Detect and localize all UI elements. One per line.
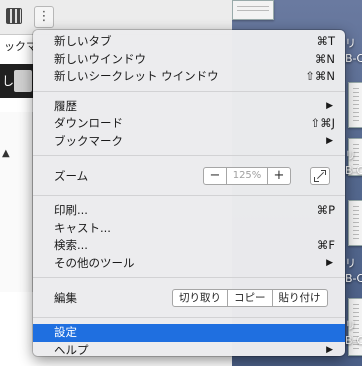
menu-item-shortcut: ⇧⌘J (310, 116, 335, 130)
fullscreen-button[interactable] (310, 167, 330, 185)
menu-item-shortcut: ⌘T (316, 34, 335, 48)
menu-item-label: 検索... (54, 238, 88, 252)
collapse-arrow-icon[interactable]: ▲ (2, 148, 10, 159)
menu-item-label: 印刷... (54, 203, 88, 217)
menu-item-label: 履歴 (54, 98, 77, 113)
zoom-label: ズーム (54, 169, 89, 183)
menu-separator (33, 317, 345, 318)
page-header-text: し (2, 74, 15, 88)
desktop-file-label: リ B-C (345, 257, 362, 285)
menu-item-label: 新しいシークレット ウインドウ (54, 69, 219, 83)
menu-row-edit: 編集 切り取り コピー 貼り付け (33, 284, 345, 312)
copy-button[interactable]: コピー (227, 290, 272, 306)
page-side-panel (0, 112, 33, 292)
menu-separator (33, 90, 345, 92)
menu-item-label: その他のツール (54, 255, 135, 270)
menu-item-help[interactable]: ヘルプ ▶ (33, 342, 345, 360)
browser-main-menu: 新しいタブ ⌘T 新しいウインドウ ⌘N 新しいシークレット ウインドウ ⇧⌘N… (33, 30, 345, 357)
menu-item-cast[interactable]: キャスト... (33, 220, 345, 238)
menu-item-shortcut: ⇧⌘N (305, 69, 335, 83)
menu-item-label: キャスト... (54, 220, 111, 235)
menu-item-new-window[interactable]: 新しいウインドウ ⌘N (33, 51, 345, 69)
desktop-file-thumbnail[interactable] (348, 82, 362, 128)
menu-item-label: 設定 (54, 325, 77, 339)
desktop-file-label: リ B-C (345, 37, 362, 65)
menu-item-settings[interactable]: 設定 (33, 324, 345, 342)
paste-button[interactable]: 貼り付け (271, 290, 327, 306)
menu-item-more-tools[interactable]: その他のツール ▶ (33, 255, 345, 273)
submenu-arrow-icon: ▶ (326, 257, 333, 268)
menu-item-new-incognito-window[interactable]: 新しいシークレット ウインドウ ⇧⌘N (33, 68, 345, 86)
menu-item-find[interactable]: 検索... ⌘F (33, 237, 345, 255)
desktop-file-thumbnail[interactable] (348, 200, 362, 246)
menu-separator (33, 195, 345, 196)
zoom-out-button[interactable]: − (204, 168, 226, 184)
zoom-control: − 125% + (203, 167, 291, 185)
desktop-file-label: リ B-C (345, 319, 362, 347)
menu-item-new-tab[interactable]: 新しいタブ ⌘T (33, 33, 345, 51)
menu-item-history[interactable]: 履歴 ▶ (33, 98, 345, 116)
edit-control: 切り取り コピー 貼り付け (172, 289, 328, 307)
bookmark-bar-label[interactable]: ックマ (0, 34, 36, 60)
menu-item-label: ダウンロード (54, 116, 123, 130)
menu-row-zoom: ズーム − 125% + (33, 162, 345, 190)
submenu-arrow-icon: ▶ (326, 100, 333, 111)
menu-item-label: 新しいウインドウ (54, 51, 146, 66)
menu-separator (33, 277, 345, 278)
menu-item-label: ブックマーク (54, 133, 123, 148)
menu-item-downloads[interactable]: ダウンロード ⇧⌘J (33, 115, 345, 133)
menu-button[interactable]: ⋮ (34, 6, 54, 28)
menu-item-shortcut: ⌘F (316, 238, 335, 252)
zoom-level: 125% (226, 168, 268, 184)
desktop-file-thumbnail[interactable] (232, 0, 274, 20)
menu-item-label: ヘルプ (54, 342, 89, 357)
menu-item-print[interactable]: 印刷... ⌘P (33, 202, 345, 220)
menu-separator (33, 155, 345, 156)
submenu-arrow-icon: ▶ (326, 344, 333, 355)
submenu-arrow-icon: ▶ (326, 135, 333, 146)
menu-item-shortcut: ⌘N (314, 51, 335, 66)
menu-item-label: 新しいタブ (54, 34, 112, 48)
zoom-in-button[interactable]: + (268, 168, 290, 184)
edit-label: 編集 (54, 291, 77, 305)
menu-item-bookmarks[interactable]: ブックマーク ▶ (33, 133, 345, 151)
menu-item-shortcut: ⌘P (316, 203, 335, 217)
desktop-file-label: リ B-C (345, 149, 362, 177)
cut-button[interactable]: 切り取り (173, 290, 227, 306)
fullscreen-icon (316, 171, 325, 180)
extension-icon[interactable] (6, 8, 22, 24)
avatar[interactable] (14, 70, 32, 92)
